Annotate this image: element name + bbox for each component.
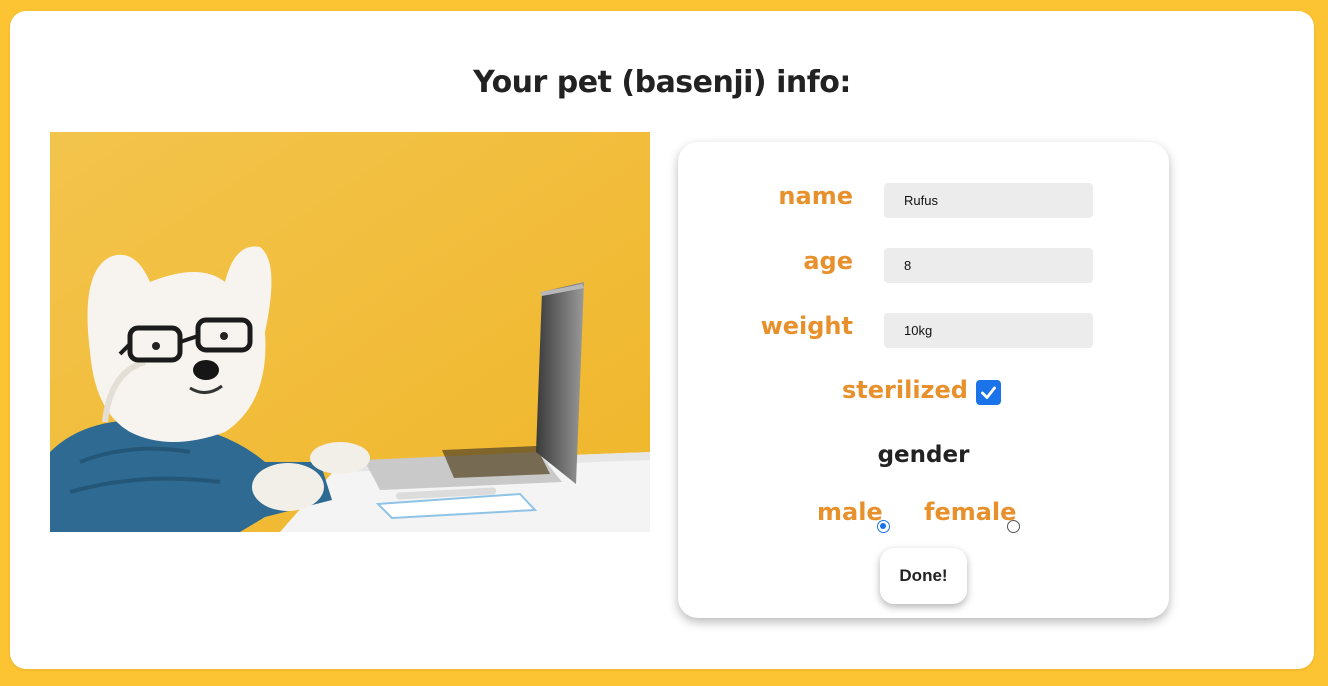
sterilized-label: sterilized [842, 376, 968, 404]
main-card: Your pet (basenji) info: name Rufus age … [10, 11, 1314, 669]
female-radio[interactable] [1007, 520, 1020, 533]
sterilized-checkbox[interactable] [976, 380, 1001, 405]
weight-field[interactable] [884, 313, 1093, 348]
done-button[interactable]: Done! [880, 548, 967, 604]
female-label: female [924, 498, 1017, 526]
age-field[interactable] [884, 248, 1093, 283]
page-title: Your pet (basenji) info: [473, 65, 851, 100]
male-label: male [817, 498, 883, 526]
pet-photo [50, 132, 650, 532]
gender-heading: gender [877, 442, 970, 468]
checkmark-icon [981, 386, 996, 399]
name-field[interactable] [884, 183, 1093, 218]
male-radio[interactable] [877, 520, 890, 533]
pet-info-form: name age weight sterilized gender male f… [678, 142, 1169, 618]
age-label: age [803, 247, 853, 275]
name-label: name [778, 182, 853, 210]
weight-label: weight [760, 312, 853, 340]
